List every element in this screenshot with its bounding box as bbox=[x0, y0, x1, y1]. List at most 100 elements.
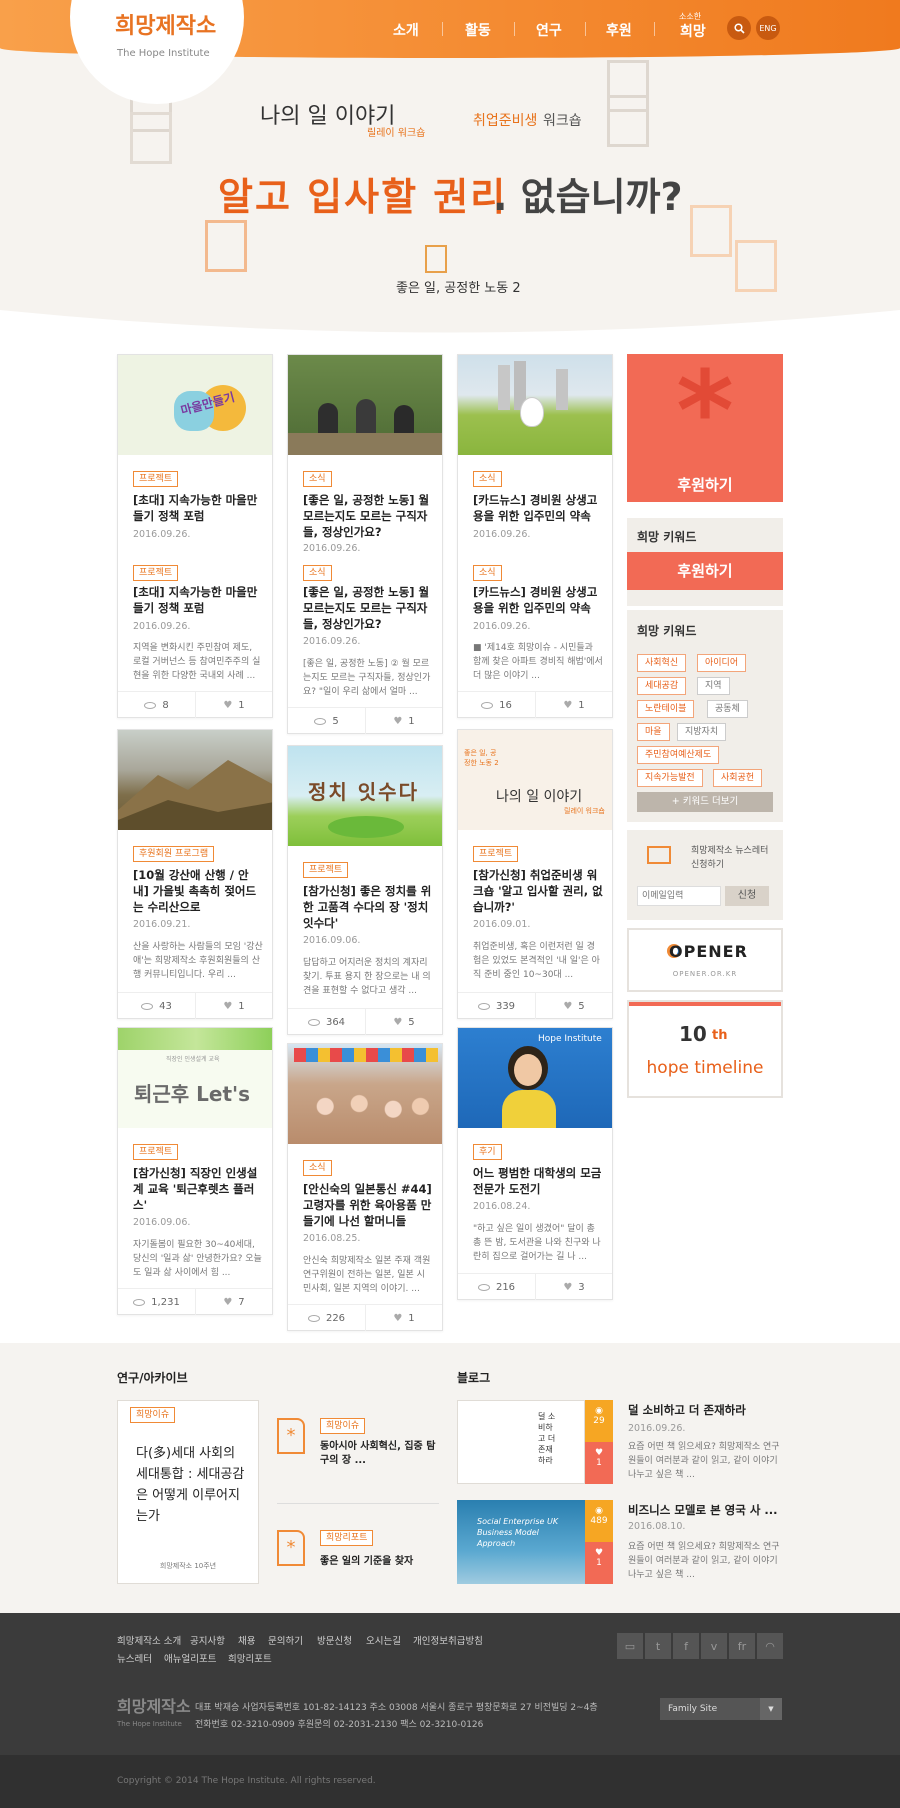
post-thumbnail[interactable]: 정치 잇수다 bbox=[288, 746, 442, 846]
post-title[interactable]: [초대] 지속가능한 마을만들기 정책 포럼 bbox=[133, 584, 263, 616]
footer-link[interactable]: 뉴스레터 bbox=[117, 1651, 152, 1665]
post-card[interactable]: 마을만들기 프로젝트 [초대] 지속가능한 마을만들기 정책 포럼 2016.0… bbox=[117, 354, 273, 718]
blog-post-title[interactable]: 덜 소비하고 더 존재하라 bbox=[628, 1402, 778, 1418]
archive-feature-card[interactable]: 희망이슈 다(多)세대 사회의 세대통합 : 세대공감은 어떻게 이루어지는가 … bbox=[117, 1400, 259, 1584]
keyword-tag[interactable]: 마을 bbox=[637, 723, 670, 741]
post-category-tag[interactable]: 후기 bbox=[473, 1144, 502, 1160]
keyword-tag[interactable]: 지역 bbox=[697, 677, 730, 695]
footer-link[interactable]: 공지사항 bbox=[190, 1633, 225, 1647]
subscribe-button[interactable]: 신청 bbox=[725, 886, 769, 906]
blog-thumbnail[interactable]: 덜 소비하고 더 존재하라 bbox=[457, 1400, 585, 1484]
footer-link[interactable]: 희망리포트 bbox=[228, 1651, 272, 1665]
post-card[interactable]: 후원회원 프로그램 [10월 강산애 산행 / 안내] 가을빛 촉촉히 젖어드는… bbox=[117, 729, 273, 1019]
nav-item-donate[interactable]: 후원 bbox=[606, 20, 632, 40]
post-card[interactable]: 좋은 일, 공정한 노동 2 나의 일 이야기 릴레이 워크숍 프로젝트 [참가… bbox=[457, 729, 613, 1019]
keyword-tag[interactable]: 세대공감 bbox=[637, 677, 687, 695]
heart-icon[interactable]: ♥ bbox=[595, 1448, 603, 1458]
more-keywords-button[interactable]: + 키워드 더보기 bbox=[637, 792, 773, 812]
post-title[interactable]: [10월 강산애 산행 / 안내] 가을빛 촉촉히 젖어드는 수리산으로 bbox=[133, 867, 263, 915]
post-thumbnail[interactable]: Hope Institute bbox=[458, 1028, 612, 1128]
keyword-tag[interactable]: 사회공헌 bbox=[713, 769, 763, 787]
post-thumbnail[interactable]: 마을만들기 bbox=[118, 355, 272, 455]
footer-link[interactable]: 개인정보취급방침 bbox=[413, 1633, 483, 1647]
twitter-icon[interactable]: t bbox=[645, 1633, 671, 1659]
nav-item-hope[interactable]: 희망 bbox=[680, 21, 706, 41]
post-title[interactable]: [초대] 지속가능한 마을만들기 정책 포럼 bbox=[133, 492, 263, 524]
post-thumbnail[interactable] bbox=[288, 1044, 442, 1144]
vimeo-icon[interactable]: v bbox=[701, 1633, 727, 1659]
keyword-tag[interactable]: 공동체 bbox=[707, 700, 748, 718]
post-thumbnail[interactable]: 좋은 일, 공정한 노동 2 나의 일 이야기 릴레이 워크숍 bbox=[458, 730, 612, 830]
post-category-tag[interactable]: 소식 bbox=[473, 565, 502, 581]
opener-banner[interactable]: OPENER OPENER.OR.KR bbox=[627, 928, 783, 992]
heart-icon[interactable]: ♥ bbox=[563, 700, 572, 711]
post-title[interactable]: [좋은 일, 공정한 노동] 월 모르는지도 모르는 구직자들, 정상인가요? bbox=[303, 584, 433, 632]
nav-item-research[interactable]: 연구 bbox=[536, 20, 562, 40]
chevron-down-icon[interactable]: ▼ bbox=[760, 1698, 782, 1720]
post-title[interactable]: 어느 평범한 대학생의 모금전문가 도전기 bbox=[473, 1165, 603, 1197]
heart-icon[interactable]: ♥ bbox=[223, 1001, 232, 1012]
post-title[interactable]: [카드뉴스] 경비원 상생고용을 위한 입주민의 약속 bbox=[473, 492, 603, 524]
blog-likes-badge[interactable]: ♥ 1 bbox=[585, 1542, 613, 1584]
post-card[interactable]: 소식 [안신숙의 일본통신 #44] 고령자를 위한 육아용품 만들기에 나선 … bbox=[287, 1043, 443, 1331]
post-title[interactable]: [안신숙의 일본통신 #44] 고령자를 위한 육아용품 만들기에 나선 할머니… bbox=[303, 1181, 433, 1229]
email-input[interactable] bbox=[637, 886, 721, 906]
heart-icon[interactable]: ♥ bbox=[563, 1001, 572, 1012]
heart-icon[interactable]: ♥ bbox=[393, 1017, 402, 1028]
post-title[interactable]: [카드뉴스] 경비원 상생고용을 위한 입주민의 약속 bbox=[473, 584, 603, 616]
blog-thumbnail[interactable]: Social Enterprise UK Business Model Appr… bbox=[457, 1500, 585, 1584]
post-title[interactable]: [참가신청] 직장인 인생설계 교육 '퇴근후렛츠 플러스' bbox=[133, 1165, 263, 1213]
post-category-tag[interactable]: 프로젝트 bbox=[133, 565, 179, 581]
post-category-tag[interactable]: 소식 bbox=[473, 471, 502, 487]
post-category-tag[interactable]: 프로젝트 bbox=[473, 846, 519, 862]
rss-icon[interactable]: ◠ bbox=[757, 1633, 783, 1659]
post-thumbnail[interactable]: 직장인 인생설계 교육 퇴근후 Let's bbox=[118, 1028, 272, 1128]
donate-banner[interactable]: * 후원하기 bbox=[627, 354, 783, 502]
post-category-tag[interactable]: 프로젝트 bbox=[133, 1144, 179, 1160]
post-title[interactable]: [참가신청] 좋은 정치를 위한 고품격 수다의 장 '정치 잇수다' bbox=[303, 883, 433, 931]
keyword-tag[interactable]: 노란테이블 bbox=[637, 700, 695, 718]
blog-post-title[interactable]: 비즈니스 모델로 본 영국 사 ... bbox=[628, 1502, 780, 1518]
nav-item-activity[interactable]: 활동 bbox=[465, 20, 491, 40]
heart-icon[interactable]: ♥ bbox=[393, 716, 402, 727]
keyword-tag[interactable]: 주민참여예산제도 bbox=[637, 746, 720, 764]
keyword-tag[interactable]: 지속가능발전 bbox=[637, 769, 703, 787]
flickr-icon[interactable]: fr bbox=[729, 1633, 755, 1659]
post-category-tag[interactable]: 프로젝트 bbox=[303, 862, 349, 878]
post-card[interactable]: 정치 잇수다 프로젝트 [참가신청] 좋은 정치를 위한 고품격 수다의 장 '… bbox=[287, 745, 443, 1035]
post-thumbnail[interactable] bbox=[118, 730, 272, 830]
footer-link[interactable]: 희망제작소 소개 bbox=[117, 1633, 181, 1647]
archive-feature-title[interactable]: 다(多)세대 사회의 세대통합 : 세대공감은 어떻게 이루어지는가 bbox=[136, 1443, 246, 1527]
post-card[interactable]: 직장인 인생설계 교육 퇴근후 Let's 프로젝트 [참가신청] 직장인 인생… bbox=[117, 1027, 273, 1315]
heart-icon[interactable]: ♥ bbox=[595, 1548, 603, 1558]
blog-likes-badge[interactable]: ♥ 1 bbox=[585, 1442, 613, 1484]
footer-link[interactable]: 애뉴얼리포트 bbox=[164, 1651, 216, 1665]
post-card[interactable]: 소식 [카드뉴스] 경비원 상생고용을 위한 입주민의 약속 2016.09.2… bbox=[457, 354, 613, 718]
heart-icon[interactable]: ♥ bbox=[223, 700, 232, 711]
post-card[interactable]: Hope Institute 후기 어느 평범한 대학생의 모금전문가 도전기 … bbox=[457, 1027, 613, 1300]
post-category-tag[interactable]: 후원회원 프로그램 bbox=[133, 846, 215, 862]
keyword-tag[interactable]: 사회혁신 bbox=[637, 654, 687, 672]
post-category-tag[interactable]: 프로젝트 bbox=[133, 471, 179, 487]
archive-item-title[interactable]: 동아시아 사회혁신, 집중 탐구의 장 ... bbox=[320, 1440, 440, 1468]
post-category-tag[interactable]: 소식 bbox=[303, 565, 332, 581]
nav-item-about[interactable]: 소개 bbox=[393, 20, 419, 40]
kakao-icon[interactable]: ▭ bbox=[617, 1633, 643, 1659]
post-category-tag[interactable]: 소식 bbox=[303, 1160, 332, 1176]
footer-link[interactable]: 채용 bbox=[238, 1633, 255, 1647]
archive-item-title[interactable]: 좋은 일의 기준을 찾자 bbox=[320, 1552, 440, 1567]
family-site-select[interactable]: Family Site ▼ bbox=[660, 1698, 782, 1720]
archive-feature-tag[interactable]: 희망이슈 bbox=[130, 1407, 176, 1423]
english-button[interactable]: ENG bbox=[756, 16, 780, 40]
post-title[interactable]: [좋은 일, 공정한 노동] 월 모르는지도 모르는 구직자들, 정상인가요? bbox=[303, 492, 433, 540]
facebook-icon[interactable]: f bbox=[673, 1633, 699, 1659]
footer-link[interactable]: 방문신청 bbox=[317, 1633, 352, 1647]
archive-item-tag[interactable]: 희망이슈 bbox=[320, 1418, 366, 1434]
heart-icon[interactable]: ♥ bbox=[393, 1313, 402, 1324]
site-logo[interactable]: 희망제작소 bbox=[115, 8, 216, 40]
post-category-tag[interactable]: 소식 bbox=[303, 471, 332, 487]
keyword-tag[interactable]: 아이디어 bbox=[697, 654, 747, 672]
donate-button[interactable]: 후원하기 bbox=[627, 552, 783, 590]
post-card[interactable]: 소식 [좋은 일, 공정한 노동] 월 모르는지도 모르는 구직자들, 정상인가… bbox=[287, 354, 443, 734]
footer-link[interactable]: 오시는길 bbox=[366, 1633, 401, 1647]
